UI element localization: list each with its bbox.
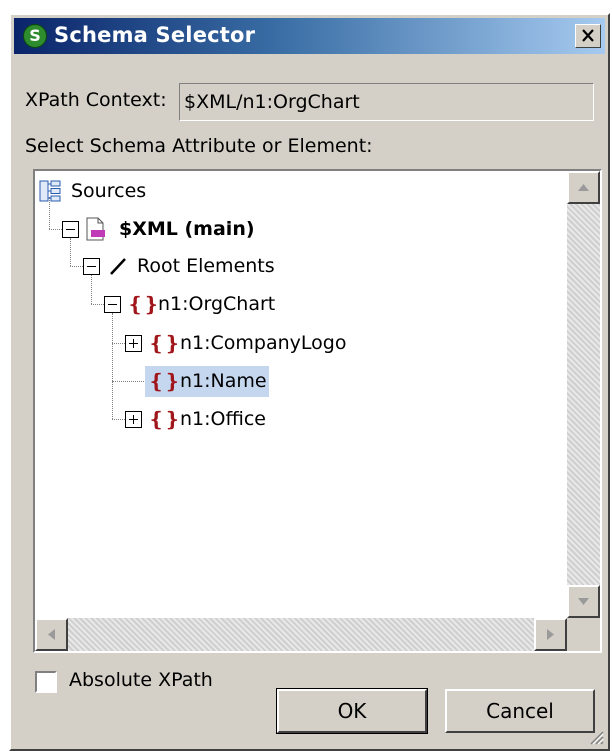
scroll-left-button[interactable] (35, 618, 68, 651)
element-braces-icon: ❴❵ (148, 331, 181, 355)
tree-item-label: n1:Name (180, 370, 267, 392)
tree-item-root-elements[interactable]: Root Elements (35, 251, 555, 281)
expand-toggle[interactable] (125, 411, 142, 428)
scrollbar-corner (567, 618, 600, 651)
xpath-context-label: XPath Context: (25, 89, 167, 111)
scroll-up-button[interactable] (567, 171, 600, 204)
tree-label: Select Schema Attribute or Element: (25, 135, 373, 157)
arrow-left-icon (48, 629, 55, 640)
tree-item-orgchart[interactable]: ❴❵ n1:OrgChart (35, 289, 555, 319)
horizontal-scrollbar[interactable] (35, 618, 567, 651)
collapse-toggle[interactable] (104, 296, 121, 313)
expand-toggle[interactable] (125, 335, 142, 352)
element-braces-icon: ❴❵ (148, 407, 181, 431)
ok-button[interactable]: OK (276, 688, 428, 734)
close-icon (582, 29, 594, 42)
scroll-right-button[interactable] (534, 618, 567, 651)
tree-item-xml-main[interactable]: $XML (main) (35, 214, 555, 244)
arrow-down-icon (578, 598, 589, 605)
arrow-up-icon (578, 184, 589, 191)
close-button[interactable] (575, 24, 601, 48)
tree-item-label: n1:CompanyLogo (180, 332, 347, 354)
schema-tree[interactable]: Sources $XML (main) Root Elements ❴❵ n1:… (33, 169, 602, 653)
tree-item-label: Root Elements (137, 255, 275, 277)
absolute-xpath-label[interactable]: Absolute XPath (69, 669, 213, 691)
sources-icon (39, 180, 61, 202)
scroll-down-button[interactable] (567, 585, 600, 618)
tree-item-label: n1:Office (180, 408, 266, 430)
xpath-context-field: $XML/n1:OrgChart (179, 83, 594, 121)
xml-file-icon (86, 217, 105, 241)
slash-icon (110, 258, 126, 275)
dialog-title: Schema Selector (54, 23, 256, 47)
cancel-button[interactable]: Cancel (445, 689, 595, 733)
schema-selector-dialog: S Schema Selector XPath Context: $XML/n1… (9, 13, 610, 751)
absolute-xpath-checkbox[interactable] (35, 671, 57, 693)
app-icon: S (23, 24, 47, 48)
tree-item-label: n1:OrgChart (158, 293, 276, 315)
tree-item-sources[interactable]: Sources (35, 176, 555, 206)
resize-grip-icon[interactable] (586, 727, 604, 745)
tree-item-office[interactable]: ❴❵ n1:Office (35, 404, 555, 434)
vertical-scrollbar[interactable] (567, 171, 600, 618)
tree-item-label: Sources (71, 180, 147, 202)
tree-item-companylogo[interactable]: ❴❵ n1:CompanyLogo (35, 328, 555, 358)
tree-item-label: $XML (main) (119, 218, 255, 240)
element-braces-icon: ❴❵ (148, 369, 181, 393)
arrow-right-icon (547, 629, 554, 640)
element-braces-icon: ❴❵ (127, 292, 160, 316)
collapse-toggle[interactable] (62, 221, 79, 238)
title-bar[interactable]: S Schema Selector (14, 18, 605, 54)
tree-item-name[interactable]: ❴❵ n1:Name (35, 366, 555, 397)
collapse-toggle[interactable] (83, 258, 100, 275)
